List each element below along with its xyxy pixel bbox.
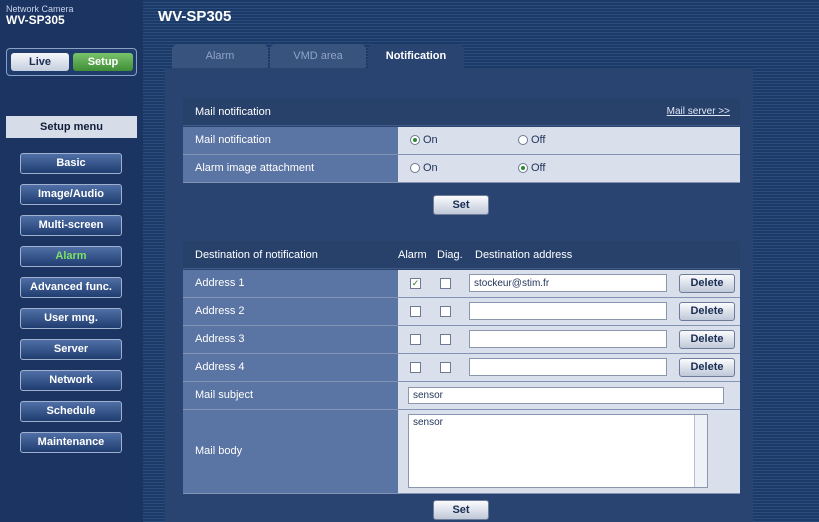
mail-subject-value — [398, 382, 740, 409]
mail-notification-on-radio[interactable] — [410, 135, 420, 145]
live-button[interactable]: Live — [11, 53, 69, 71]
brand-model: WV-SP305 — [6, 13, 65, 27]
menu-basic-button[interactable]: Basic — [20, 153, 122, 174]
alarm-image-row: Alarm image attachment On Off — [183, 155, 740, 183]
alarm-image-off-radio[interactable] — [518, 163, 528, 173]
destination-header: Destination of notification Alarm Diag. … — [183, 241, 740, 269]
alarm-column-header: Alarm — [398, 249, 427, 261]
mail-notification-title: Mail notification — [195, 106, 271, 118]
address-3-value: Delete — [398, 326, 740, 353]
address-4-label: Address 4 — [183, 354, 398, 381]
address-4-alarm-checkbox[interactable] — [410, 362, 421, 373]
menu-multi-screen-button[interactable]: Multi-screen — [20, 215, 122, 236]
mail-notification-header: Mail notification Mail server >> — [183, 98, 740, 126]
address-4-diag-checkbox[interactable] — [440, 362, 451, 373]
alarm-image-on-radio[interactable] — [410, 163, 420, 173]
tab-vmd-area[interactable]: VMD area — [270, 44, 366, 68]
diag-column-header: Diag. — [437, 249, 463, 261]
mail-notification-value: On Off — [398, 127, 740, 154]
menu-maintenance-button[interactable]: Maintenance — [20, 432, 122, 453]
menu-schedule-button[interactable]: Schedule — [20, 401, 122, 422]
mail-body-row: Mail body — [183, 410, 740, 494]
page-title: WV-SP305 — [158, 8, 232, 25]
address-row: Address 3 Delete — [183, 326, 740, 354]
address-3-label: Address 3 — [183, 326, 398, 353]
address-3-diag-checkbox[interactable] — [440, 334, 451, 345]
address-1-delete-button[interactable]: Delete — [679, 274, 735, 293]
mail-subject-label: Mail subject — [183, 382, 398, 409]
setup-button[interactable]: Setup — [73, 53, 133, 71]
destination-set-button[interactable]: Set — [433, 500, 489, 520]
mail-notification-on-label: On — [423, 134, 438, 146]
mail-set-button[interactable]: Set — [433, 195, 489, 215]
menu-server-button[interactable]: Server — [20, 339, 122, 360]
alarm-image-on-label: On — [423, 162, 438, 174]
tab-notification[interactable]: Notification — [368, 44, 464, 68]
mail-body-label: Mail body — [183, 410, 398, 493]
title-bar — [143, 0, 819, 36]
mail-notification-label: Mail notification — [183, 127, 398, 154]
alarm-image-off-label: Off — [531, 162, 546, 174]
address-3-input[interactable] — [469, 330, 667, 348]
menu-image-audio-button[interactable]: Image/Audio — [20, 184, 122, 205]
sidebar: Network Camera WV-SP305 Live Setup Setup… — [0, 0, 143, 522]
address-1-diag-checkbox[interactable] — [440, 278, 451, 289]
address-1-input[interactable] — [469, 274, 667, 292]
address-row: Address 4 Delete — [183, 354, 740, 382]
menu-alarm-button[interactable]: Alarm — [20, 246, 122, 267]
setup-menu-heading: Setup menu — [6, 116, 137, 138]
mail-notification-off-radio[interactable] — [518, 135, 528, 145]
menu-advanced-func-button[interactable]: Advanced func. — [20, 277, 122, 298]
address-2-input[interactable] — [469, 302, 667, 320]
mail-notification-off-label: Off — [531, 134, 546, 146]
mail-subject-input[interactable] — [408, 387, 724, 404]
address-1-alarm-checkbox[interactable]: ✓ — [410, 278, 421, 289]
mail-body-value — [398, 410, 740, 493]
address-3-delete-button[interactable]: Delete — [679, 330, 735, 349]
mail-subject-row: Mail subject — [183, 382, 740, 410]
address-2-alarm-checkbox[interactable] — [410, 306, 421, 317]
alarm-image-attachment-value: On Off — [398, 155, 740, 182]
address-1-label: Address 1 — [183, 270, 398, 297]
mail-body-textarea[interactable] — [408, 414, 708, 488]
address-4-delete-button[interactable]: Delete — [679, 358, 735, 377]
address-3-alarm-checkbox[interactable] — [410, 334, 421, 345]
address-4-value: Delete — [398, 354, 740, 381]
address-2-delete-button[interactable]: Delete — [679, 302, 735, 321]
menu-user-mng-button[interactable]: User mng. — [20, 308, 122, 329]
address-1-value: ✓ Delete — [398, 270, 740, 297]
address-2-value: Delete — [398, 298, 740, 325]
address-row: Address 1 ✓ Delete — [183, 270, 740, 298]
address-4-input[interactable] — [469, 358, 667, 376]
address-column-header: Destination address — [475, 249, 573, 261]
address-2-diag-checkbox[interactable] — [440, 306, 451, 317]
brand-logo: Network Camera WV-SP305 — [6, 5, 74, 27]
mail-server-link[interactable]: Mail server >> — [667, 106, 730, 117]
mode-switch: Live Setup — [6, 48, 137, 76]
address-2-label: Address 2 — [183, 298, 398, 325]
menu-network-button[interactable]: Network — [20, 370, 122, 391]
mail-notification-row: Mail notification On Off — [183, 127, 740, 155]
tab-alarm[interactable]: Alarm — [172, 44, 268, 68]
address-row: Address 2 Delete — [183, 298, 740, 326]
alarm-image-attachment-label: Alarm image attachment — [183, 155, 398, 182]
destination-title: Destination of notification — [195, 249, 318, 261]
mail-body-scrollbar[interactable] — [694, 415, 707, 487]
